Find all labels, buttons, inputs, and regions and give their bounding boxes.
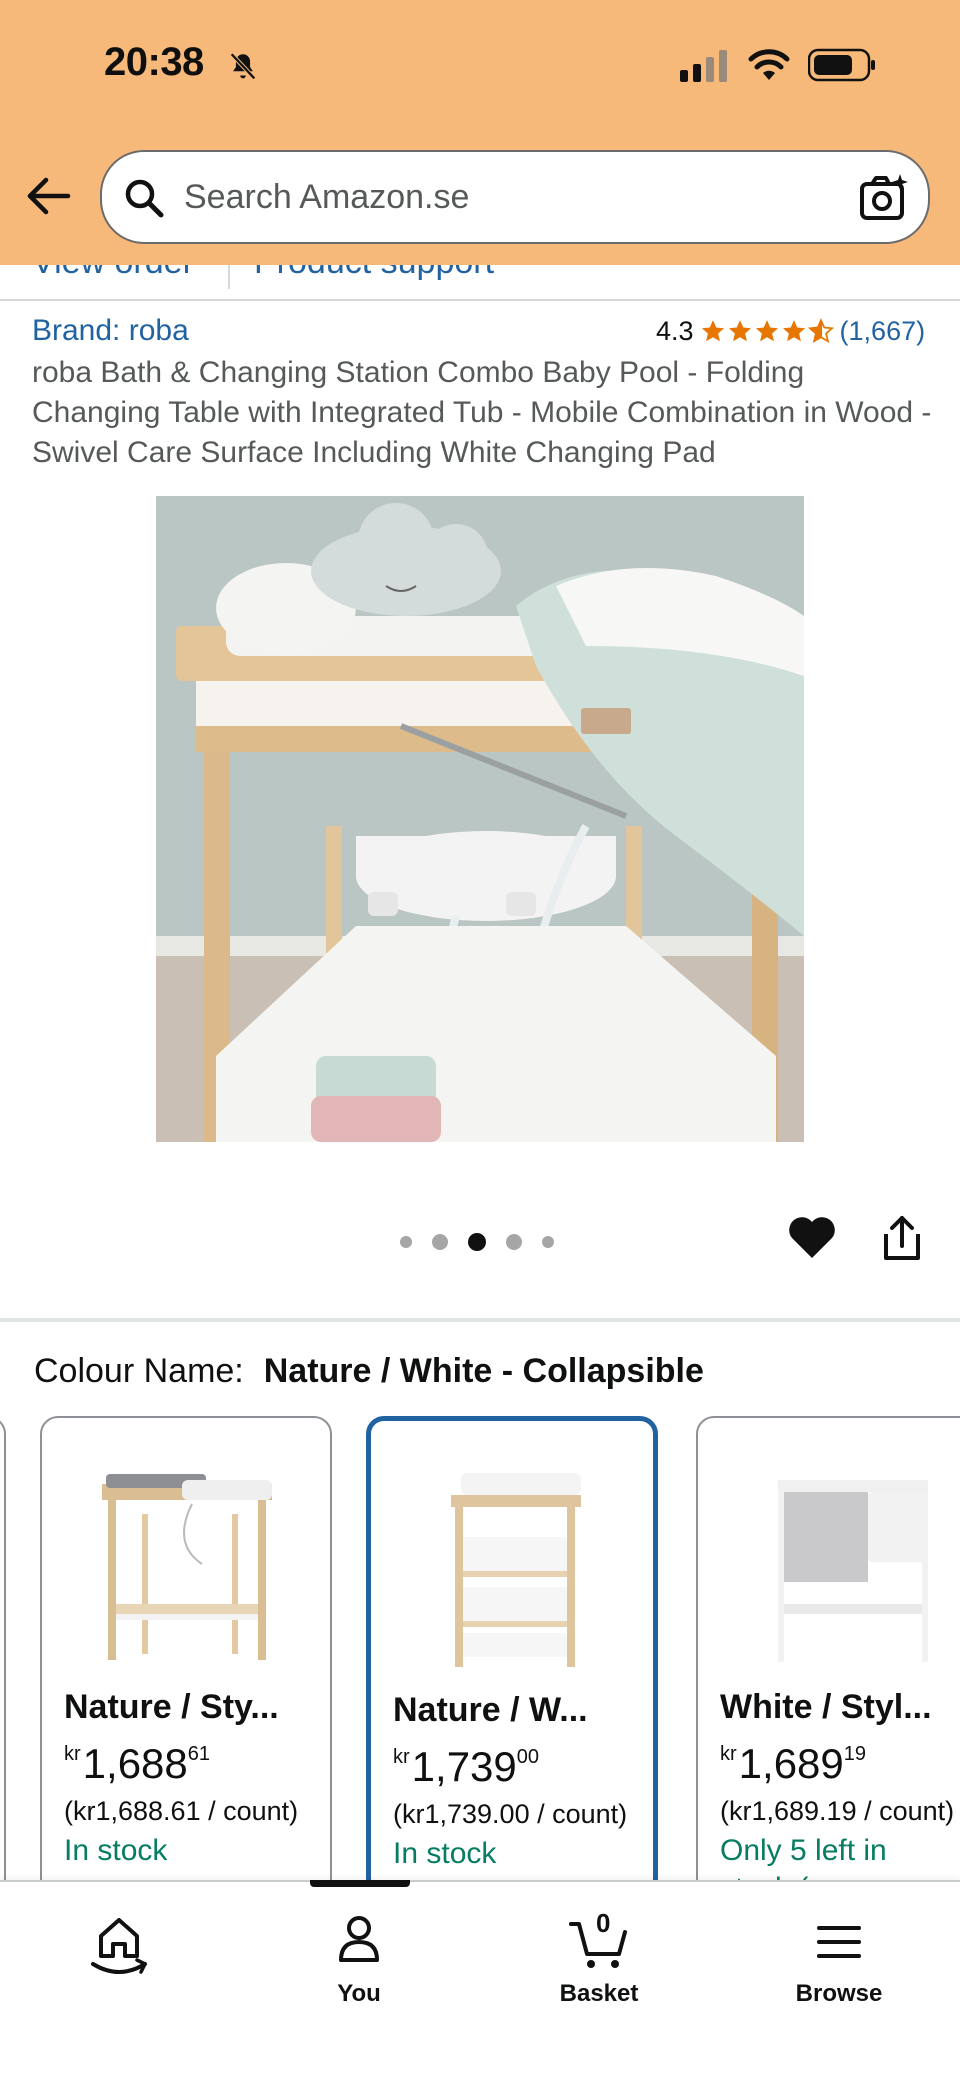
product-image[interactable] [156,496,804,1142]
carousel-dot-active[interactable] [468,1233,486,1251]
nav-browse[interactable]: Browse [764,1906,914,2016]
section-divider [0,1318,960,1322]
image-carousel-dots [400,1232,554,1252]
status-time: 20:38 [104,40,204,84]
share-icon[interactable] [878,1212,926,1264]
bell-muted-icon [230,52,256,80]
nav-active-indicator [310,1880,410,1887]
nav-browse-label: Browse [795,1980,883,2007]
product-title: roba Bath & Changing Station Combo Baby … [32,356,932,469]
colour-selector-heading: Colour Name: Nature / White - Collapsible [34,1352,704,1391]
star-half-icon [807,318,834,344]
wifi-icon [748,49,790,80]
nav-home[interactable] [44,1906,194,2016]
app-header: 20:38 Search Amazon.se [0,0,960,265]
nav-you[interactable]: You [284,1906,434,2016]
swatch-price: kr1,68919 [720,1740,867,1787]
person-icon [339,1916,379,1962]
colour-label: Colour Name: [34,1352,244,1390]
star-icon [782,320,805,342]
carousel-dot[interactable] [400,1236,412,1248]
colour-value: Nature / White - Collapsible [263,1352,704,1390]
swatch-price: kr1,68861 [64,1740,211,1787]
swatch-card[interactable]: White / Styl... kr1,68919 (kr1,689.19 / … [696,1416,960,1882]
swatch-name: Nature / W... [393,1691,588,1729]
search-icon [125,179,164,218]
colour-swatch-carousel[interactable]: Nature / Sty... kr1,68861 (kr1,688.61 / … [0,1412,960,1882]
nav-basket[interactable]: Basket 0 [524,1906,674,2016]
swatch-card-offscreen[interactable] [0,1416,6,1882]
menu-icon [817,1926,861,1958]
status-bar: 20:38 [0,0,960,130]
home-icon [91,1918,147,1974]
swatch-unit-price: (kr1,739.00 / count) [393,1799,628,1829]
back-arrow-icon[interactable] [24,172,72,220]
swatch-stock-status: In stock [393,1837,497,1870]
swatch-price: kr1,73900 [393,1743,540,1790]
tab-view-order[interactable]: View order [32,265,194,282]
star-icon [701,320,724,342]
star-icon [728,320,751,342]
star-icon [755,320,778,342]
rating-value: 4.3 [656,315,694,346]
tab-divider [228,265,230,289]
nav-basket-label: Basket [559,1980,639,2007]
cellular-signal-icon [680,50,727,82]
nav-you-label: You [337,1980,381,2007]
rating-count-link[interactable]: (1,667) [840,316,926,347]
basket-count: 0 [596,1908,611,1938]
swatch-image [102,1474,272,1660]
swatch-unit-price: (kr1,688.61 / count) [64,1796,299,1826]
carousel-dot[interactable] [542,1236,554,1248]
swatch-name: Nature / Sty... [64,1688,279,1726]
search-placeholder: Search Amazon.se [184,178,470,216]
tab-product-support[interactable]: Product support [254,265,494,282]
swatch-image [451,1473,581,1667]
search-input[interactable]: Search Amazon.se [100,150,930,244]
order-tabs: View order Product support [0,265,960,301]
brand-link[interactable]: Brand: roba [32,314,189,348]
battery-icon [808,48,875,82]
swatch-stock-status: In stock [64,1834,168,1867]
bottom-navigation: You Basket 0 Browse [0,1880,960,2081]
camera-search-icon[interactable] [858,172,910,224]
carousel-dot[interactable] [506,1234,522,1250]
swatch-stock-status: Only 5 left in [720,1834,887,1867]
swatch-image [778,1480,928,1662]
swatch-card[interactable]: Nature / Sty... kr1,68861 (kr1,688.61 / … [40,1416,332,1882]
rating-summary[interactable]: 4.3 (1,667) [656,314,925,348]
carousel-dot[interactable] [432,1234,448,1250]
swatch-card-selected[interactable]: Nature / W... kr1,73900 (kr1,739.00 / co… [366,1416,658,1882]
swatch-name: White / Styl... [720,1688,932,1726]
heart-icon[interactable] [786,1212,838,1264]
product-photo-illustration [156,496,804,1142]
star-rating [700,318,834,344]
swatch-unit-price: (kr1,689.19 / count) [720,1796,955,1826]
